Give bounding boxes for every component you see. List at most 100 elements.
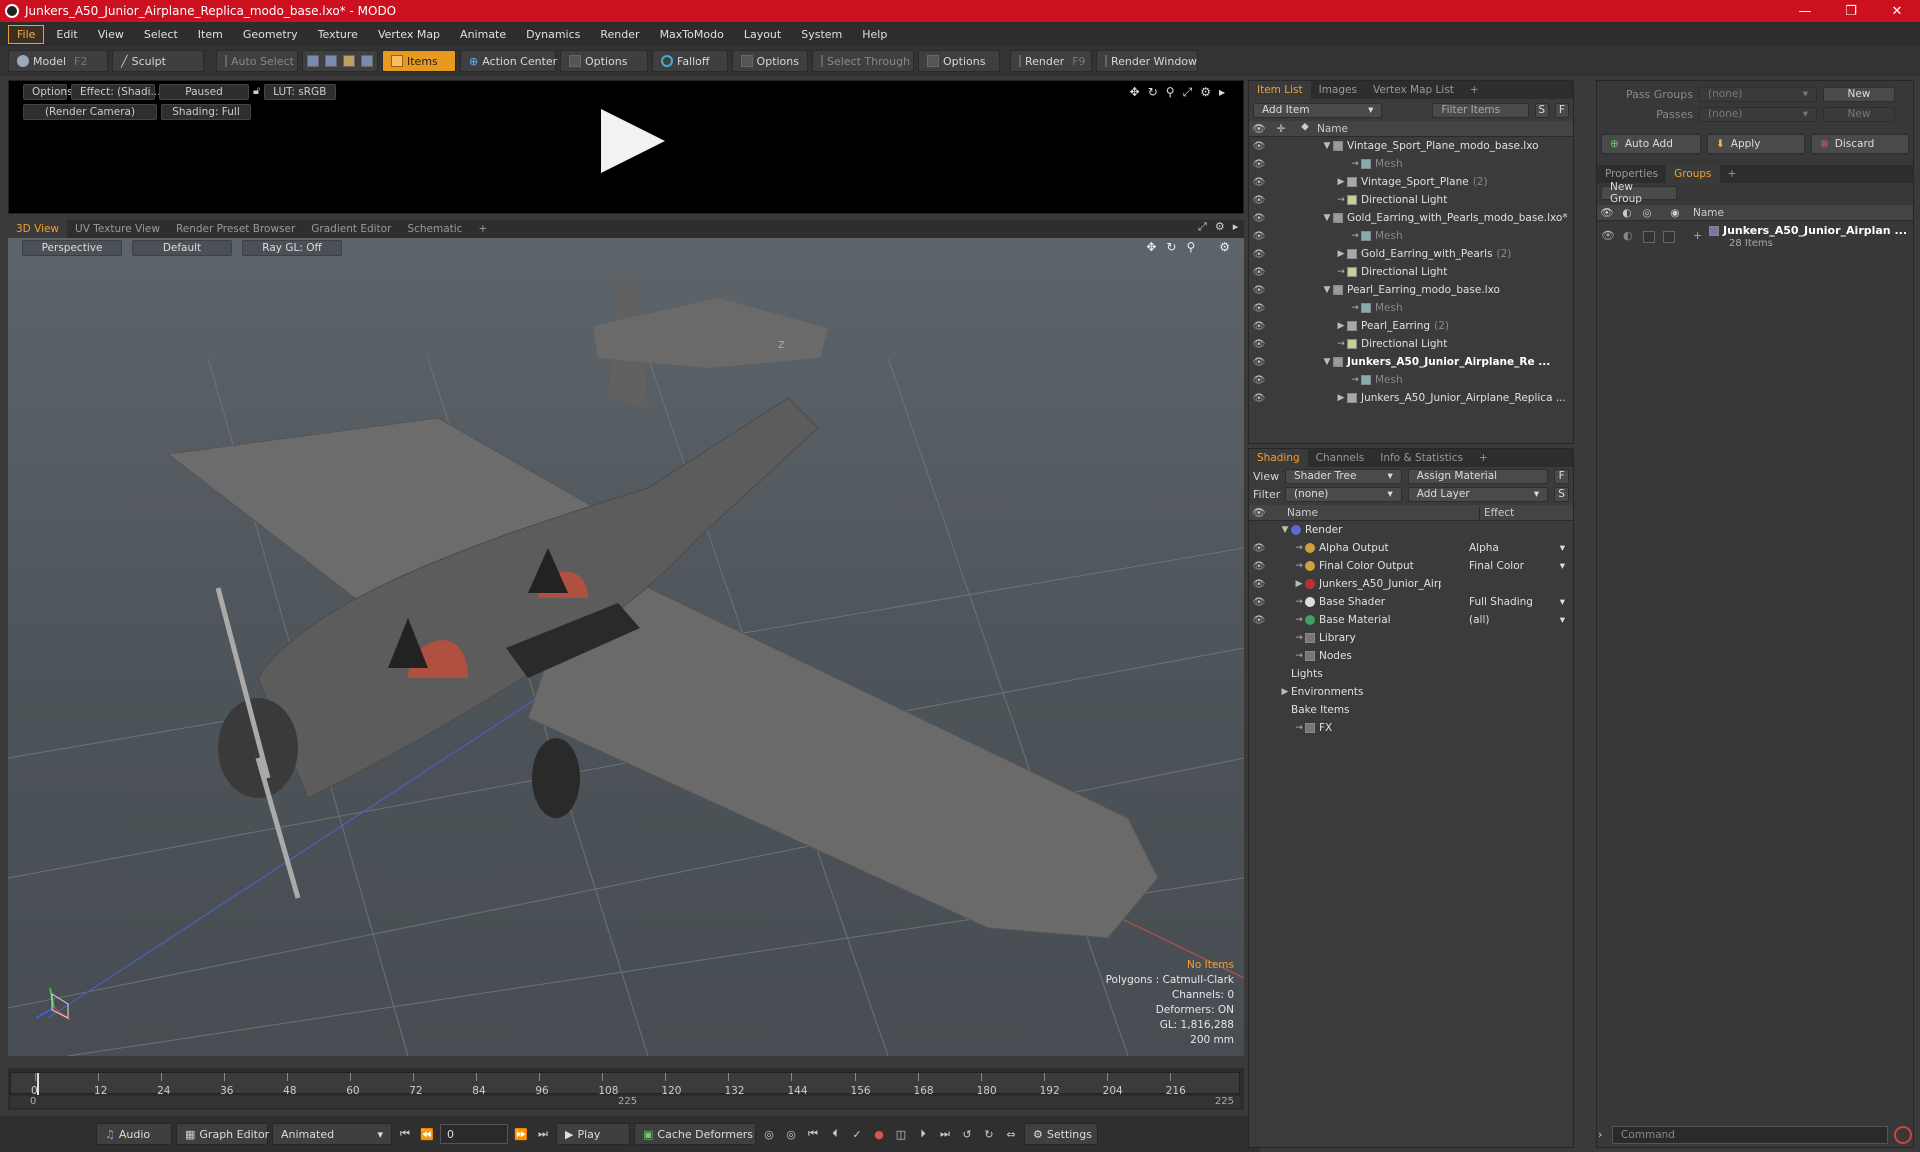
- expand-arrow-icon[interactable]: ▶: [1335, 177, 1347, 187]
- item-list-row[interactable]: 👁︎ ▼ Pearl_Earring_modo_base.lxo: [1249, 281, 1573, 299]
- eye-icon[interactable]: 👁︎: [1249, 561, 1269, 572]
- keyframe-icon[interactable]: ✓: [848, 1125, 866, 1143]
- passes-dropdown[interactable]: (none) ▾: [1699, 106, 1817, 122]
- play-button[interactable]: ▶ Play: [556, 1123, 630, 1145]
- group-row[interactable]: 👁︎ ◐ + Junkers_A50_Junior_Airplan ... 28…: [1597, 223, 1913, 253]
- tab-view-3[interactable]: Gradient Editor: [303, 220, 399, 238]
- expand-arrow-icon[interactable]: ▶: [1335, 393, 1347, 403]
- item-list-row[interactable]: 👁︎ ▼ Junkers_A50_Junior_Airplane_Re ...: [1249, 353, 1573, 371]
- preview-paused-button[interactable]: Paused: [159, 84, 249, 100]
- maximize-icon[interactable]: ⤢: [1198, 220, 1207, 234]
- skip-start-icon[interactable]: ⏮: [396, 1125, 414, 1143]
- eye-icon[interactable]: 👁︎: [1249, 213, 1269, 224]
- add-layer-dropdown[interactable]: Add Layer ▾: [1407, 486, 1549, 502]
- shading-dropdown[interactable]: Shading: Full: [161, 104, 251, 120]
- item-list-row[interactable]: 👁︎ → Mesh: [1249, 299, 1573, 317]
- eye-icon[interactable]: 👁︎: [1249, 339, 1269, 350]
- expand-arrow-icon[interactable]: ▼: [1321, 357, 1333, 367]
- zoom-icon[interactable]: ⚲: [1186, 240, 1195, 254]
- gear-icon[interactable]: ⚙: [1200, 85, 1211, 100]
- expand-arrow-icon[interactable]: ▼: [1279, 525, 1291, 535]
- item-list-row[interactable]: 👁︎ ▶ Gold_Earring_with_Pearls (2): [1249, 245, 1573, 263]
- tab-view-2[interactable]: Render Preset Browser: [168, 220, 303, 238]
- shading-s-button[interactable]: S: [1554, 486, 1569, 502]
- select-through-options-button[interactable]: Options: [918, 50, 1000, 72]
- expand-arrow-icon[interactable]: ▸: [1233, 220, 1239, 234]
- menu-geometry[interactable]: Geometry: [235, 26, 306, 43]
- menu-vertex-map[interactable]: Vertex Map: [370, 26, 448, 43]
- eye-icon[interactable]: 👁︎: [1249, 543, 1269, 554]
- expand-arrow-icon[interactable]: ▶: [1279, 687, 1291, 697]
- tab-view-1[interactable]: UV Texture View: [67, 220, 168, 238]
- menu-animate[interactable]: Animate: [452, 26, 514, 43]
- command-expand-icon[interactable]: ›: [1598, 1128, 1602, 1141]
- menu-file[interactable]: File: [8, 24, 45, 44]
- menu-render[interactable]: Render: [592, 26, 647, 43]
- shader-tree-row[interactable]: 👁︎ → Base Shader Full Shading ▾: [1249, 593, 1573, 611]
- perspective-dropdown[interactable]: Perspective: [22, 240, 122, 256]
- lock-icon[interactable]: 🔓︎: [253, 84, 260, 100]
- settings-button[interactable]: ⚙ Settings: [1024, 1123, 1098, 1145]
- tab-groups-1[interactable]: Groups: [1666, 165, 1720, 183]
- shader-tree-row[interactable]: 👁︎ ▶ Junkers_A50_Junior_Airpl ...: [1249, 575, 1573, 593]
- tab-item_list-1[interactable]: Images: [1311, 81, 1365, 99]
- gear-icon[interactable]: ⚙: [1219, 240, 1230, 254]
- add-tab-icon[interactable]: +: [1462, 81, 1487, 99]
- render-toggle-icon[interactable]: ◐: [1623, 229, 1633, 242]
- assign-material-button[interactable]: Assign Material: [1407, 468, 1549, 484]
- rotate-view-icon[interactable]: ↻: [1148, 85, 1158, 100]
- add-item-dropdown[interactable]: Add Item ▾: [1253, 102, 1383, 118]
- auto-key-icon[interactable]: ◫: [892, 1125, 910, 1143]
- minimize-button[interactable]: —: [1782, 0, 1828, 22]
- menu-help[interactable]: Help: [854, 26, 895, 43]
- item-list-row[interactable]: 👁︎ → Directional Light: [1249, 335, 1573, 353]
- menu-view[interactable]: View: [90, 26, 132, 43]
- expand-arrow-icon[interactable]: ▶: [1335, 249, 1347, 259]
- eye-icon[interactable]: 👁︎: [1249, 303, 1269, 314]
- apply-button[interactable]: ⬇ Apply: [1706, 134, 1805, 154]
- action-center-options-button[interactable]: Options: [560, 50, 648, 72]
- command-history-icon[interactable]: [1894, 1126, 1912, 1144]
- prev-key-icon[interactable]: ⏮: [804, 1125, 822, 1143]
- shading-f-button[interactable]: F: [1554, 468, 1569, 484]
- polygons-mode-icon[interactable]: [343, 55, 355, 67]
- eye-icon[interactable]: 👁︎: [1249, 141, 1269, 152]
- expand-plus-icon[interactable]: +: [1693, 229, 1702, 242]
- edges-mode-icon[interactable]: [325, 55, 337, 67]
- move-view-icon[interactable]: ✥: [1130, 85, 1140, 100]
- loop-icon[interactable]: ↺: [958, 1125, 976, 1143]
- item-list-row[interactable]: 👁︎ ▼ Vintage_Sport_Plane_modo_base.lxo: [1249, 137, 1573, 155]
- tab-view-0[interactable]: 3D View: [8, 220, 68, 238]
- step-back-icon[interactable]: ⏪: [418, 1125, 436, 1143]
- auto-add-button[interactable]: ⊕ Auto Add: [1601, 134, 1701, 154]
- shader-tree-row[interactable]: → Library: [1249, 629, 1573, 647]
- eye-icon[interactable]: 👁︎: [1249, 159, 1269, 170]
- filter-s-button[interactable]: S: [1534, 102, 1549, 118]
- item-list-row[interactable]: 👁︎ ▶ Junkers_A50_Junior_Airplane_Replica .…: [1249, 389, 1573, 407]
- shader-tree-row[interactable]: Bake Items: [1249, 701, 1573, 719]
- item-list-row[interactable]: 👁︎ → Mesh: [1249, 155, 1573, 173]
- skip-end-icon[interactable]: ⏭: [534, 1125, 552, 1143]
- falloff-button[interactable]: Falloff: [652, 50, 728, 72]
- sculpt-mode-button[interactable]: ╱ Sculpt: [112, 50, 204, 72]
- expand-arrow-icon[interactable]: ▼: [1321, 285, 1333, 295]
- filter-items-input[interactable]: Filter Items: [1432, 102, 1529, 118]
- audio-button[interactable]: ♫ Audio: [96, 1123, 172, 1145]
- eye-icon[interactable]: 👁︎: [1249, 393, 1269, 404]
- add-tab-icon[interactable]: +: [1471, 449, 1496, 467]
- item-list-row[interactable]: 👁︎ → Mesh: [1249, 227, 1573, 245]
- discard-button[interactable]: ⊗ Discard: [1810, 134, 1909, 154]
- menu-dynamics[interactable]: Dynamics: [518, 26, 588, 43]
- move-view-icon[interactable]: ✥: [1146, 240, 1156, 254]
- loop2-icon[interactable]: ↻: [980, 1125, 998, 1143]
- key-all-icon[interactable]: ◎: [782, 1125, 800, 1143]
- item-list-row[interactable]: 👁︎ ▶ Pearl_Earring (2): [1249, 317, 1573, 335]
- menu-item[interactable]: Item: [190, 26, 231, 43]
- step-forward-icon[interactable]: ⏩: [512, 1125, 530, 1143]
- effect-cell[interactable]: Alpha ▾: [1469, 542, 1569, 554]
- tab-item_list-2[interactable]: Vertex Map List: [1365, 81, 1462, 99]
- preview-options-button[interactable]: Options: [23, 84, 73, 100]
- shader-tree-row[interactable]: → FX: [1249, 719, 1573, 737]
- record-icon[interactable]: ●: [870, 1125, 888, 1143]
- eye-icon[interactable]: 👁︎: [1249, 231, 1269, 242]
